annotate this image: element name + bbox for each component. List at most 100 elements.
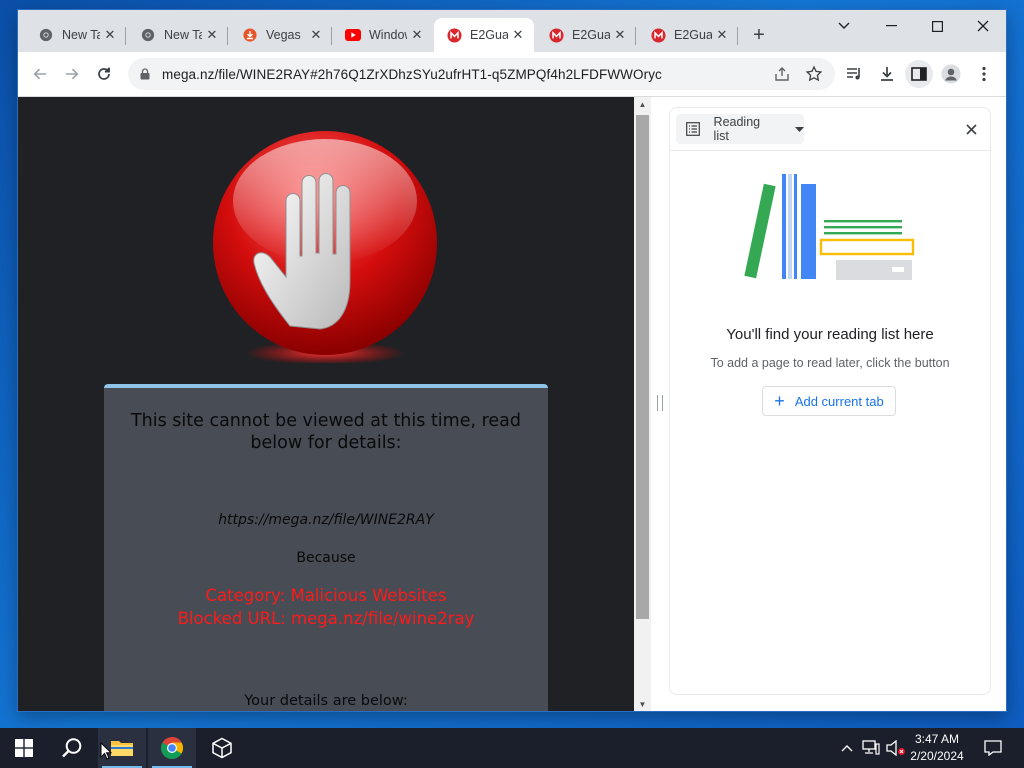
tab-close-icon[interactable]: ✕ bbox=[409, 27, 425, 43]
tab-title: Vegas bbox=[266, 28, 301, 42]
tab-separator bbox=[635, 27, 636, 45]
taskbar: 3:47 AM 2/20/2024 bbox=[0, 728, 1024, 768]
scroll-up-arrow-icon[interactable]: ▲ bbox=[634, 97, 651, 111]
media-controls-icon[interactable] bbox=[841, 60, 869, 88]
toolbar: mega.nz/file/WINE2RAY#2h76Q1ZrXDhzSYu2uf… bbox=[18, 52, 1006, 97]
reading-list-empty-title: You'll find your reading list here bbox=[726, 326, 934, 343]
browser-window: New Tab ✕ New Tab ✕ Vegas ✕ W bbox=[18, 10, 1006, 711]
minimize-button[interactable] bbox=[868, 10, 914, 42]
tab-title: New Tab bbox=[164, 28, 202, 42]
tab-strip: New Tab ✕ New Tab ✕ Vegas ✕ W bbox=[18, 10, 1006, 52]
reading-list-card: Reading list You'll find your reading li… bbox=[669, 107, 991, 695]
plus-icon: + bbox=[774, 391, 785, 411]
taskbar-clock[interactable]: 3:47 AM 2/20/2024 bbox=[902, 731, 972, 765]
clock-time: 3:47 AM bbox=[914, 732, 960, 746]
new-tab-button[interactable]: + bbox=[748, 24, 770, 46]
tab-close-icon[interactable]: ✕ bbox=[510, 27, 526, 43]
reload-button[interactable] bbox=[90, 60, 118, 88]
scroll-down-arrow-icon[interactable]: ▼ bbox=[634, 697, 651, 711]
url-text[interactable]: mega.nz/file/WINE2RAY#2h76Q1ZrXDhzSYu2uf… bbox=[162, 67, 662, 82]
maximize-button[interactable] bbox=[914, 10, 960, 42]
blocked-url-text: https://mega.nz/file/WINE2RAY bbox=[218, 512, 434, 528]
details-heading: Your details are below: bbox=[244, 693, 408, 709]
add-current-tab-button[interactable]: + Add current tab bbox=[762, 386, 896, 416]
side-panel-header: Reading list bbox=[670, 108, 990, 151]
tab-new-tab-2[interactable]: New Tab ✕ bbox=[128, 18, 228, 52]
forward-button[interactable] bbox=[58, 60, 86, 88]
page-content: This site cannot be viewed at this time,… bbox=[18, 97, 634, 711]
mouse-cursor-icon bbox=[100, 742, 112, 760]
block-reason-url: Blocked URL: mega.nz/file/wine2ray bbox=[177, 609, 475, 628]
downloads-icon[interactable] bbox=[873, 60, 901, 88]
resize-grip-icon[interactable] bbox=[657, 395, 663, 411]
tab-title: E2Guardian bbox=[674, 28, 712, 42]
chrome-icon bbox=[161, 737, 183, 759]
tab-separator bbox=[737, 27, 738, 45]
tab-new-tab-1[interactable]: New Tab ✕ bbox=[26, 18, 126, 52]
address-bar[interactable]: mega.nz/file/WINE2RAY#2h76Q1ZrXDhzSYu2uf… bbox=[128, 58, 835, 90]
stop-hand-icon bbox=[213, 131, 437, 363]
tab-close-icon[interactable]: ✕ bbox=[308, 27, 324, 43]
share-icon[interactable] bbox=[773, 65, 791, 88]
close-window-button[interactable] bbox=[960, 10, 1006, 42]
tab-e2guardian-3[interactable]: E2Guardian ✕ bbox=[638, 18, 738, 52]
more-menu-icon[interactable] bbox=[970, 60, 998, 88]
because-label: Because bbox=[296, 550, 356, 566]
tray-overflow-chevron-icon[interactable] bbox=[838, 728, 856, 768]
mega-icon bbox=[650, 27, 666, 43]
reading-list-icon bbox=[686, 122, 702, 136]
notifications-icon[interactable] bbox=[978, 728, 1008, 768]
chrome-taskbar-button[interactable] bbox=[148, 728, 196, 768]
add-current-tab-label: Add current tab bbox=[794, 393, 884, 409]
app-box-taskbar-button[interactable] bbox=[198, 728, 246, 768]
lock-icon[interactable] bbox=[140, 68, 152, 80]
windows-logo-icon bbox=[15, 739, 33, 757]
cube-icon bbox=[212, 737, 232, 759]
search-icon bbox=[62, 738, 82, 758]
tab-title: New Tab bbox=[62, 28, 100, 42]
clock-date: 2/20/2024 bbox=[910, 749, 964, 763]
tab-close-icon[interactable]: ✕ bbox=[204, 27, 220, 43]
tab-close-icon[interactable]: ✕ bbox=[102, 27, 118, 43]
reading-list-illustration bbox=[744, 174, 915, 280]
chrome-icon bbox=[38, 27, 54, 43]
reading-list-empty-subtitle: To add a page to read later, click the b… bbox=[710, 356, 950, 370]
side-panel: Reading list You'll find your reading li… bbox=[667, 97, 1006, 711]
back-button[interactable] bbox=[26, 60, 54, 88]
block-heading: This site cannot be viewed at this time,… bbox=[130, 411, 522, 453]
block-info-box: This site cannot be viewed at this time,… bbox=[104, 384, 548, 711]
tab-e2guardian-2[interactable]: E2Guardian ✕ bbox=[536, 18, 636, 52]
folder-icon bbox=[111, 741, 133, 756]
tab-separator bbox=[125, 27, 126, 45]
side-panel-toggle-icon[interactable] bbox=[905, 60, 933, 88]
youtube-icon bbox=[345, 27, 361, 43]
mega-icon bbox=[446, 27, 462, 43]
start-button[interactable] bbox=[0, 728, 48, 768]
tab-close-icon[interactable]: ✕ bbox=[714, 27, 730, 43]
profile-avatar-icon[interactable] bbox=[937, 60, 965, 88]
close-side-panel-icon[interactable] bbox=[962, 120, 980, 138]
tab-separator bbox=[227, 27, 228, 45]
side-panel-selector-label: Reading list bbox=[713, 115, 761, 143]
tab-youtube[interactable]: Windows ✕ bbox=[333, 18, 433, 52]
bookmark-star-icon[interactable] bbox=[805, 65, 823, 88]
side-panel-selector[interactable]: Reading list bbox=[676, 114, 804, 144]
tab-title: E2Guardian bbox=[572, 28, 610, 42]
chrome-icon bbox=[140, 27, 156, 43]
block-category: Category: Malicious Websites bbox=[205, 586, 447, 605]
dropdown-caret-icon bbox=[795, 126, 804, 132]
search-button[interactable] bbox=[48, 728, 96, 768]
page-scrollbar[interactable]: ▲ ▼ bbox=[634, 97, 651, 711]
tab-title: Windows bbox=[369, 28, 407, 42]
tab-close-icon[interactable]: ✕ bbox=[612, 27, 628, 43]
download-orange-icon bbox=[242, 27, 258, 43]
network-icon[interactable] bbox=[860, 728, 882, 768]
tab-title: E2Guardian bbox=[470, 28, 508, 42]
scrollbar-thumb[interactable] bbox=[636, 115, 649, 619]
tab-vegas[interactable]: Vegas ✕ bbox=[230, 18, 332, 52]
mega-icon bbox=[548, 27, 564, 43]
tab-e2guardian-active[interactable]: E2Guardian ✕ bbox=[434, 18, 534, 52]
side-panel-resize-handle[interactable] bbox=[651, 97, 667, 711]
tab-separator bbox=[331, 27, 332, 45]
tab-search-chevron-down-icon[interactable] bbox=[821, 10, 867, 42]
